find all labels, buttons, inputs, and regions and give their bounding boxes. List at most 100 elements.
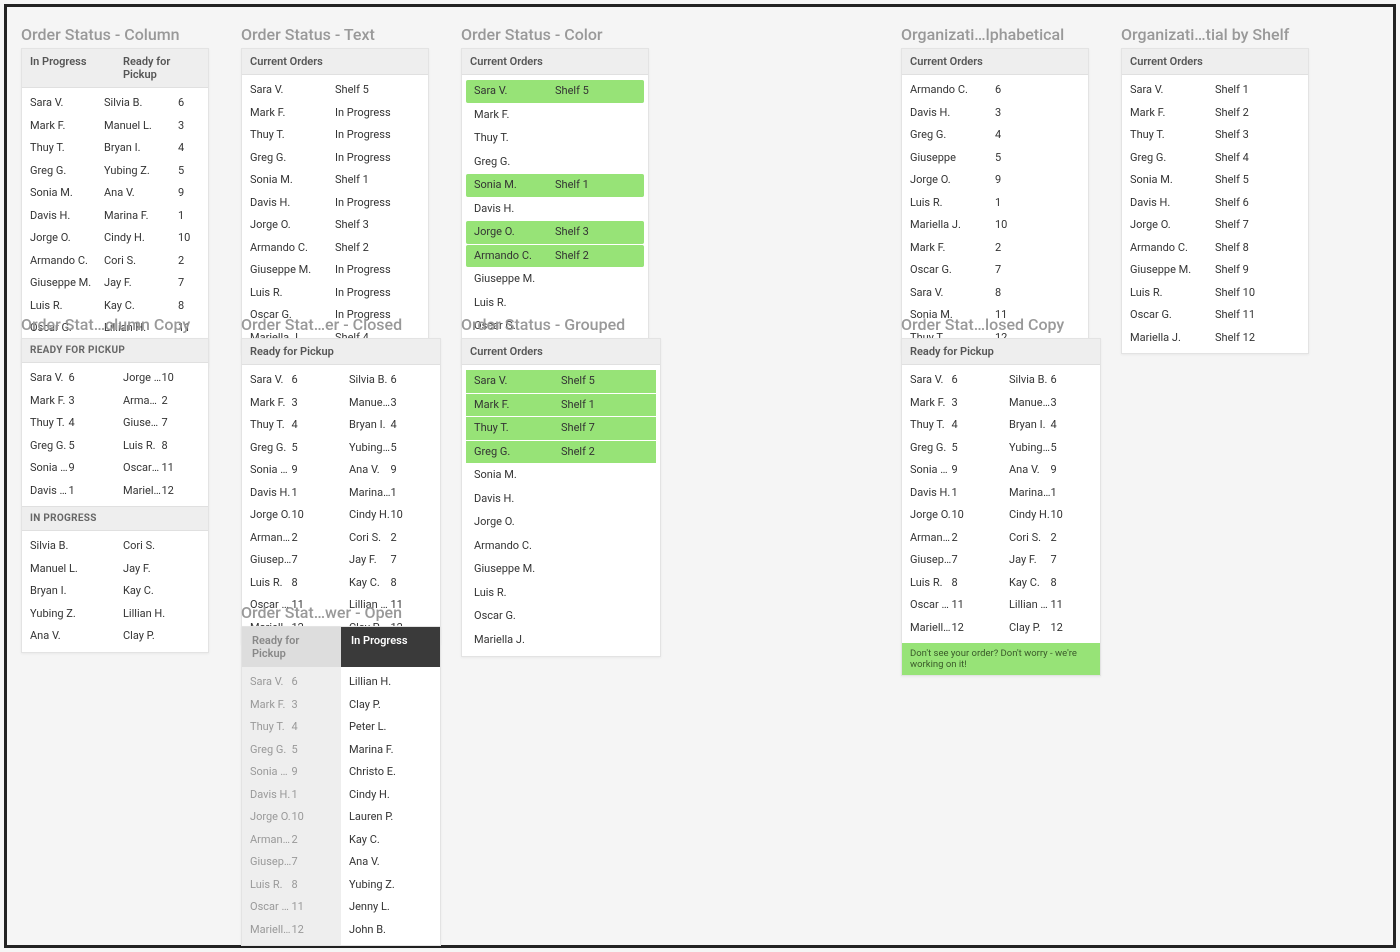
cell: 8	[178, 298, 200, 315]
table-row: Giuseppe M.In Progress	[242, 259, 428, 282]
table-row: Jorge O.10	[242, 806, 341, 829]
cell: 3	[952, 395, 994, 412]
section-in-progress: IN PROGRESS	[22, 506, 208, 531]
cell: 3	[178, 118, 200, 135]
table-row: Lillian H.	[115, 603, 208, 626]
table-row: Thuy T.4	[242, 716, 341, 739]
cell: Giuseppe	[910, 150, 995, 167]
cell: Yubing Z.	[104, 163, 178, 180]
table-row: Clay P.12	[1001, 617, 1100, 640]
cell: 9	[178, 185, 200, 202]
cell: Sonia M.	[474, 467, 561, 484]
cell: Mariella J.	[123, 483, 162, 500]
section-ready-for-pickup: READY FOR PICKUP	[22, 339, 208, 363]
table-row: Luis R.Shelf 10	[1122, 282, 1308, 305]
cell: Kay C.	[123, 583, 200, 600]
table-row: Jorge O.	[466, 511, 656, 534]
cell: Giuseppe M.	[474, 561, 561, 578]
table-row: Sara V.Shelf 5	[466, 80, 644, 103]
cell: Greg G.	[910, 440, 952, 457]
cell: 3	[292, 395, 334, 412]
cell: Marina F.	[1009, 485, 1051, 502]
cell: Cindy H.	[349, 507, 391, 524]
cell	[561, 632, 648, 649]
table-row: Silvia B.6	[1001, 369, 1100, 392]
cell: Giuseppe M.	[123, 415, 162, 432]
header-in-progress: In Progress	[22, 49, 115, 87]
table-row: Greg G.5	[242, 437, 341, 460]
cell: Oscar G.	[474, 608, 561, 625]
cell: 2	[952, 530, 994, 547]
table-row: Thuy T.4	[22, 412, 115, 435]
table-row: Yubing Z.5	[1001, 437, 1100, 460]
cell: Greg G.	[250, 742, 292, 759]
table-row: Armando C.Cori S.2	[22, 250, 208, 273]
table-row: Sonia M.Shelf 1	[242, 169, 428, 192]
cell	[555, 154, 636, 171]
table-row: Jorge O.10	[242, 504, 341, 527]
cell: Shelf 1	[561, 397, 648, 414]
cell: Giuseppe M.	[250, 552, 292, 569]
tab-in-progress[interactable]: In Progress	[341, 627, 440, 667]
table-row: Mark F.Shelf 1	[466, 394, 656, 417]
cell: Shelf 11	[1215, 307, 1300, 324]
cell: Ana V.	[104, 185, 178, 202]
cell: Armando C.	[910, 82, 995, 99]
cell: 2	[292, 832, 334, 849]
cell: Thuy T.	[30, 415, 69, 432]
card-order-status-text: Current Orders Sara V.Shelf 5Mark F.In P…	[241, 48, 429, 354]
cell: 1	[292, 787, 334, 804]
cell: 5	[292, 742, 334, 759]
cell	[561, 585, 648, 602]
cell: 5	[952, 440, 994, 457]
cell: Shelf 1	[1215, 82, 1300, 99]
table-row: Armando C.2	[242, 829, 341, 852]
table-row: Mariella J.12	[902, 617, 1001, 640]
cell: Cindy H.	[104, 230, 178, 247]
table-row: Oscar G.11	[115, 457, 208, 480]
table-row: Oscar G.	[466, 605, 656, 628]
cell: Sara V.	[30, 370, 69, 387]
cell: Sonia M.	[30, 185, 104, 202]
table-row: Jorge O.Shelf 7	[1122, 214, 1308, 237]
cell: 10	[162, 370, 201, 387]
table-row: Davis H.	[466, 198, 644, 221]
cell: 3	[1051, 395, 1093, 412]
cell	[555, 107, 636, 124]
cell: Shelf 2	[555, 248, 636, 265]
table-row: Marina F.1	[1001, 482, 1100, 505]
table-row: Cori S.	[115, 535, 208, 558]
cell: Armando C.	[250, 530, 292, 547]
cell: Shelf 4	[1215, 150, 1300, 167]
card-body: Sara V.Shelf 1Mark F.Shelf 2Thuy T.Shelf…	[1122, 75, 1308, 353]
table-row: Sara V.6	[22, 367, 115, 390]
cell: Luis R.	[250, 575, 292, 592]
cell: Mariella J.	[1130, 330, 1215, 347]
table-row: Davis H.1	[242, 784, 341, 807]
table-row: Mark F.	[466, 104, 644, 127]
cell: Jorge O.	[910, 507, 952, 524]
cell: 6	[292, 372, 334, 389]
cell: 8	[292, 575, 334, 592]
cell: Mariella J.	[910, 217, 995, 234]
cell: Ana V.	[30, 628, 107, 645]
cell: Jorge O.	[250, 217, 335, 234]
cell: Davis H.	[250, 195, 335, 212]
cell: 4	[391, 417, 433, 434]
cell: Greg G.	[1130, 150, 1215, 167]
tab-ready-for-pickup[interactable]: Ready for Pickup	[242, 627, 341, 667]
table-row: Armando C.2	[902, 527, 1001, 550]
cell: 5	[391, 440, 433, 457]
table-row: Greg G.Yubing Z.5	[22, 160, 208, 183]
table-row: Sara V.8	[902, 282, 1088, 305]
cell: Jorge O.	[910, 172, 995, 189]
cell: 3	[292, 697, 334, 714]
card-closed-copy: Ready for Pickup Sara V.6Mark F.3Thuy T.…	[901, 338, 1101, 676]
cell: 2	[1051, 530, 1093, 547]
table-row: Jay F.7	[1001, 549, 1100, 572]
cell: Jay F.	[123, 561, 200, 578]
table-row: Oscar G.Shelf 11	[1122, 304, 1308, 327]
cell: Sonia M.	[1130, 172, 1215, 189]
drawer-tabs: Ready for Pickup In Progress	[242, 627, 440, 667]
cell: Manuel L.	[104, 118, 178, 135]
